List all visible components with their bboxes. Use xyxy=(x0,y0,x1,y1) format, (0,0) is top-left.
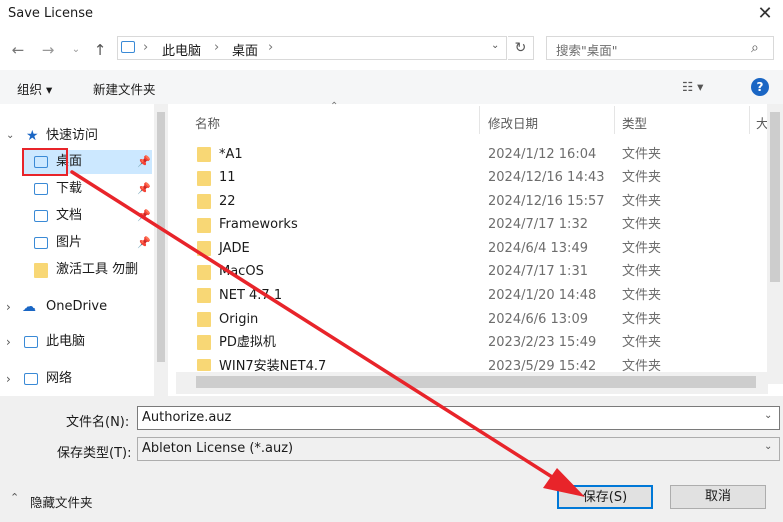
annotation-arrow-head xyxy=(543,468,585,497)
annotation-arrow-line xyxy=(70,170,562,484)
annotation-arrow xyxy=(70,170,585,497)
